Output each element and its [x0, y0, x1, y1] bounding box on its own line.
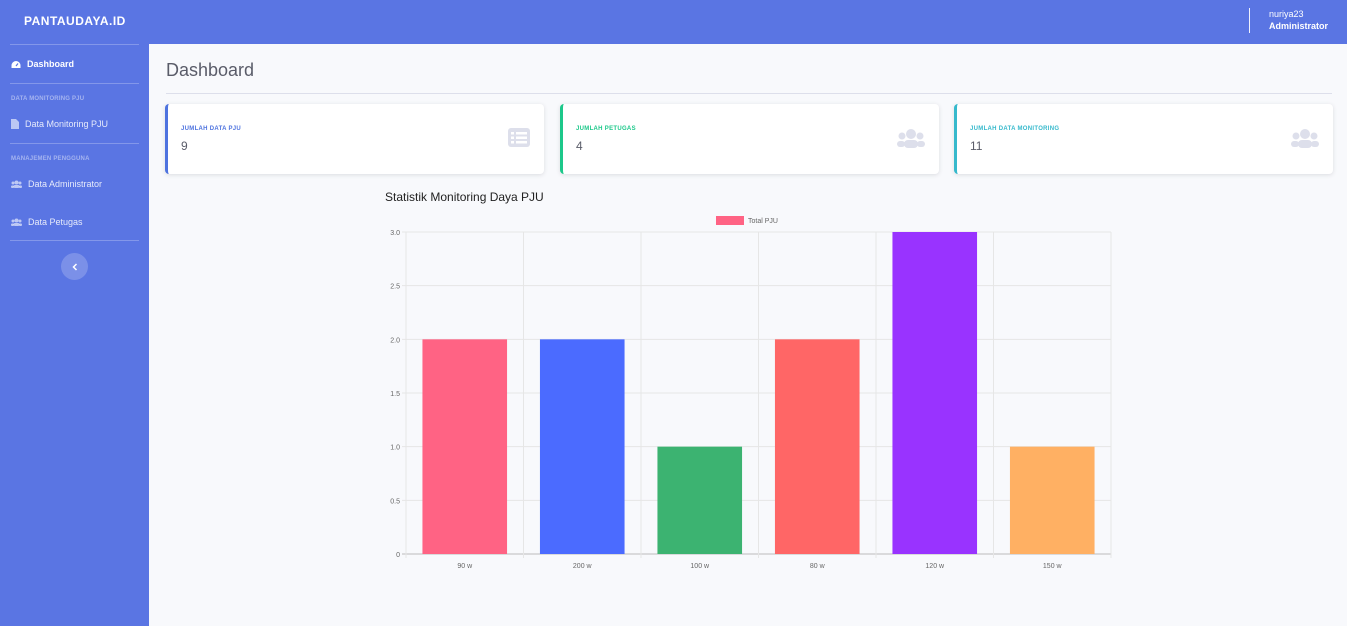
sidebar-heading: DATA MONITORING PJU	[11, 96, 85, 102]
tachometer-icon	[11, 60, 21, 68]
y-tick-label: 1.0	[390, 445, 400, 452]
sidebar-divider	[10, 83, 139, 84]
title-divider	[166, 93, 1332, 94]
bar-chart: 0 0.5 1.0 1.5 2.0 2.5 3.0 90 w 200 w 100 w 80 w 120…	[390, 216, 1112, 570]
sidebar-item-label: Data Administrator	[28, 179, 103, 189]
sidebar-item-dashboard[interactable]: Dashboard	[11, 59, 74, 69]
user-menu[interactable]: nuriya23 Administrator	[1269, 8, 1328, 32]
sidebar: Dashboard DATA MONITORING PJU Data Monit…	[0, 44, 149, 626]
y-tick-label: 0.5	[390, 498, 400, 505]
sidebar-item-label: Data Monitoring PJU	[25, 119, 109, 129]
bar	[892, 232, 978, 554]
chart-title: Statistik Monitoring Daya PJU	[385, 190, 544, 204]
bar	[774, 339, 860, 554]
topbar: PANTAUDAYA.ID nuriya23 Administrator	[0, 0, 1347, 44]
list-icon	[508, 128, 530, 147]
x-tick-label: 120 w	[925, 563, 945, 570]
y-tick-label: 3.0	[390, 230, 400, 237]
sidebar-heading: MANAJEMEN PENGGUNA	[11, 156, 90, 162]
x-tick-label: 80 w	[810, 563, 826, 570]
bar	[657, 446, 743, 554]
x-tick-label: 90 w	[457, 563, 473, 570]
sidebar-divider	[10, 143, 139, 144]
users-icon	[11, 218, 22, 226]
y-tick-label: 1.5	[390, 391, 400, 398]
legend-label: Total PJU	[748, 218, 778, 225]
users-icon	[1291, 129, 1319, 148]
brand-logo[interactable]: PANTAUDAYA.ID	[24, 14, 126, 28]
file-icon	[11, 119, 19, 129]
sidebar-item-label: Dashboard	[27, 59, 75, 69]
user-name: nuriya23	[1269, 9, 1304, 19]
sidebar-item-label: Data Petugas	[28, 217, 83, 227]
stat-card-petugas: JUMLAH PETUGAS 4	[560, 104, 939, 174]
sidebar-item-petugas[interactable]: Data Petugas	[11, 217, 83, 227]
user-role: Administrator	[1269, 21, 1329, 31]
sidebar-toggle-button[interactable]	[61, 253, 88, 280]
bar	[422, 339, 508, 554]
card-label: JUMLAH DATA MONITORING	[970, 126, 1060, 132]
page-title: Dashboard	[166, 60, 255, 80]
stat-card-monitoring: JUMLAH DATA MONITORING 11	[954, 104, 1333, 174]
card-label: JUMLAH PETUGAS	[576, 126, 636, 132]
x-tick-label: 200 w	[573, 563, 593, 570]
bar	[1009, 446, 1095, 554]
x-tick-label: 100 w	[690, 563, 710, 570]
y-tick-label: 2.0	[390, 337, 400, 344]
chevron-left-icon	[71, 262, 77, 271]
users-icon	[11, 180, 22, 188]
card-value: 9	[181, 139, 188, 153]
x-tick-label: 150 w	[1043, 563, 1063, 570]
y-tick-label: 2.5	[390, 284, 400, 291]
topbar-divider	[1249, 8, 1250, 33]
sidebar-item-administrator[interactable]: Data Administrator	[11, 179, 102, 189]
card-value: 11	[970, 139, 983, 153]
y-tick-label: 0	[396, 552, 400, 559]
card-value: 4	[576, 139, 583, 153]
sidebar-divider	[10, 44, 139, 45]
sidebar-divider	[10, 240, 139, 241]
users-icon	[897, 129, 925, 148]
bar	[539, 339, 625, 554]
legend-swatch	[716, 216, 744, 225]
stat-card-pju: JUMLAH DATA PJU 9	[165, 104, 544, 174]
card-label: JUMLAH DATA PJU	[181, 126, 242, 132]
sidebar-item-monitoring[interactable]: Data Monitoring PJU	[11, 119, 108, 129]
